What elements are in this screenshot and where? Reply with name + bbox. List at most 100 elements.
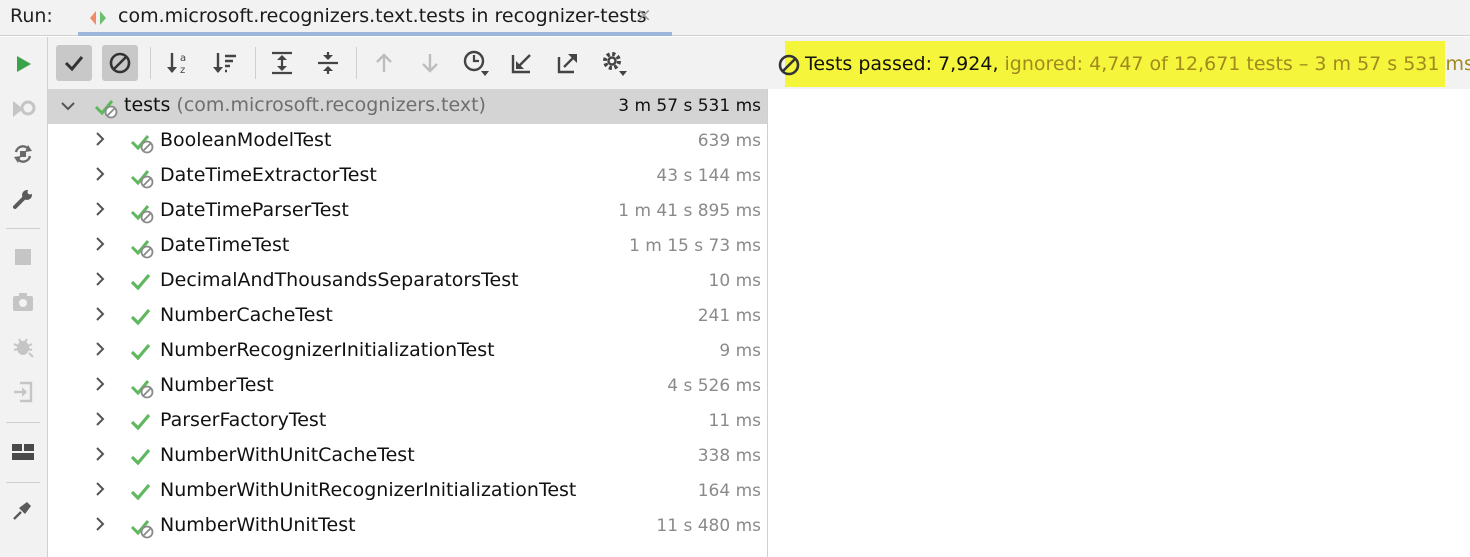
sort-by-duration-icon[interactable]: [207, 45, 243, 81]
stop-icon[interactable]: [8, 242, 38, 272]
chevron-right-icon[interactable]: [92, 516, 108, 532]
test-class-row[interactable]: NumberRecognizerInitializationTest 9 ms: [48, 334, 767, 369]
test-class-time: 4 s 526 ms: [667, 376, 761, 396]
run-config-icon: [90, 11, 106, 25]
passed-icon: [130, 343, 151, 361]
separator: [356, 47, 357, 79]
previous-failed-icon[interactable]: [366, 45, 402, 81]
svg-text:z: z: [180, 65, 185, 76]
test-class-time: 10 ms: [708, 271, 761, 291]
passed-ignored-icon: [130, 520, 154, 539]
test-class-name: NumberWithUnitRecognizerInitializationTe…: [160, 479, 577, 501]
chevron-right-icon[interactable]: [92, 271, 108, 287]
chevron-right-icon[interactable]: [92, 341, 108, 357]
separator: [150, 47, 151, 79]
test-class-row[interactable]: DateTimeParserTest 1 m 41 s 895 ms: [48, 194, 767, 229]
test-class-time: 1 m 15 s 73 ms: [629, 236, 761, 256]
show-ignored-icon[interactable]: [102, 45, 138, 81]
exit-icon[interactable]: [8, 377, 38, 407]
test-class-name: DecimalAndThousandsSeparatorsTest: [160, 269, 519, 291]
test-class-row[interactable]: NumberCacheTest 241 ms: [48, 299, 767, 334]
test-history-icon[interactable]: [458, 45, 494, 81]
test-class-time: 43 s 144 ms: [656, 166, 761, 186]
tree-root-time: 3 m 57 s 531 ms: [618, 96, 761, 116]
root-package: (com.microsoft.recognizers.text): [170, 94, 486, 116]
rerun-failed-icon[interactable]: [8, 94, 38, 124]
status-text: Tests passed: 7,924, ignored: 4,747 of 1…: [805, 53, 1470, 75]
test-class-row[interactable]: NumberTest 4 s 526 ms: [48, 369, 767, 404]
separator: [6, 228, 40, 229]
test-class-row[interactable]: BooleanModelTest 639 ms: [48, 124, 767, 159]
test-class-row[interactable]: NumberWithUnitRecognizerInitializationTe…: [48, 474, 767, 509]
expand-all-icon[interactable]: [264, 45, 300, 81]
passed-icon: [130, 448, 151, 466]
chevron-right-icon[interactable]: [92, 376, 108, 392]
test-class-row[interactable]: DateTimeTest 1 m 15 s 73 ms: [48, 229, 767, 264]
test-class-name: DateTimeTest: [160, 234, 290, 256]
test-tree: tests (com.microsoft.recognizers.text) 3…: [48, 89, 768, 557]
passed-ignored-icon: [130, 170, 154, 189]
test-class-name: NumberTest: [160, 374, 274, 396]
passed-ignored-icon: [130, 240, 154, 259]
test-class-time: 11 s 480 ms: [656, 516, 761, 536]
export-tests-icon[interactable]: [550, 45, 586, 81]
collapse-all-icon[interactable]: [310, 45, 346, 81]
run-toolwindow-header: Run: com.microsoft.recognizers.text.test…: [0, 0, 1470, 36]
chevron-right-icon[interactable]: [92, 306, 108, 322]
test-class-time: 11 ms: [708, 411, 761, 431]
test-class-row[interactable]: NumberWithUnitTest 11 s 480 ms: [48, 509, 767, 544]
screenshot-icon[interactable]: [8, 287, 38, 317]
toggle-autotest-icon[interactable]: [8, 139, 38, 169]
settings-wrench-icon[interactable]: [8, 184, 38, 214]
passed-icon: [130, 483, 151, 501]
chevron-right-icon[interactable]: [92, 166, 108, 182]
sort-alphabetically-icon[interactable]: az: [161, 45, 197, 81]
chevron-right-icon[interactable]: [92, 236, 108, 252]
debug-icon[interactable]: [8, 332, 38, 362]
run-configuration-tab[interactable]: com.microsoft.recognizers.text.tests in …: [78, 0, 672, 36]
root-label: tests: [124, 94, 171, 116]
test-class-time: 164 ms: [697, 481, 761, 501]
passed-ignored-icon: [130, 380, 154, 399]
settings-icon[interactable]: [596, 45, 632, 81]
ignored-status-icon: [778, 54, 800, 76]
chevron-right-icon[interactable]: [92, 131, 108, 147]
test-class-time: 639 ms: [697, 131, 761, 151]
test-class-time: 241 ms: [697, 306, 761, 326]
pin-icon[interactable]: [8, 495, 38, 525]
layout-icon[interactable]: [8, 437, 38, 467]
test-class-time: 338 ms: [697, 446, 761, 466]
separator: [255, 47, 256, 79]
test-class-row[interactable]: NumberWithUnitCacheTest 338 ms: [48, 439, 767, 474]
chevron-right-icon[interactable]: [92, 201, 108, 217]
test-class-row[interactable]: DateTimeExtractorTest 43 s 144 ms: [48, 159, 767, 194]
run-icon[interactable]: [8, 49, 38, 79]
passed-ignored-icon: [130, 135, 154, 154]
passed-icon: [130, 273, 151, 291]
left-toolbar: [0, 37, 48, 557]
chevron-right-icon[interactable]: [92, 446, 108, 462]
test-class-name: NumberRecognizerInitializationTest: [160, 339, 495, 361]
chevron-right-icon[interactable]: [92, 411, 108, 427]
import-tests-icon[interactable]: [504, 45, 540, 81]
separator: [6, 482, 40, 483]
chevron-down-icon[interactable]: [60, 98, 76, 114]
test-class-name: DateTimeParserTest: [160, 199, 349, 221]
console-output-pane[interactable]: [769, 89, 1470, 557]
tree-root-name: tests (com.microsoft.recognizers.text): [124, 94, 486, 116]
show-passed-icon[interactable]: [56, 45, 92, 81]
test-class-time: 1 m 41 s 895 ms: [618, 201, 761, 221]
passed-icon: [130, 413, 151, 431]
test-class-row[interactable]: ParserFactoryTest 11 ms: [48, 404, 767, 439]
ignored-count: ignored: 4,747 of 12,671 tests – 3 m 57 …: [998, 53, 1470, 75]
passed-ignored-icon: [94, 100, 118, 119]
test-class-time: 9 ms: [719, 341, 761, 361]
next-failed-icon[interactable]: [412, 45, 448, 81]
tree-root-row[interactable]: tests (com.microsoft.recognizers.text) 3…: [48, 89, 767, 124]
chevron-right-icon[interactable]: [92, 481, 108, 497]
close-icon[interactable]: ×: [636, 4, 652, 26]
test-class-row[interactable]: DecimalAndThousandsSeparatorsTest 10 ms: [48, 264, 767, 299]
passed-icon: [130, 308, 151, 326]
test-class-name: ParserFactoryTest: [160, 409, 327, 431]
separator: [6, 422, 40, 423]
